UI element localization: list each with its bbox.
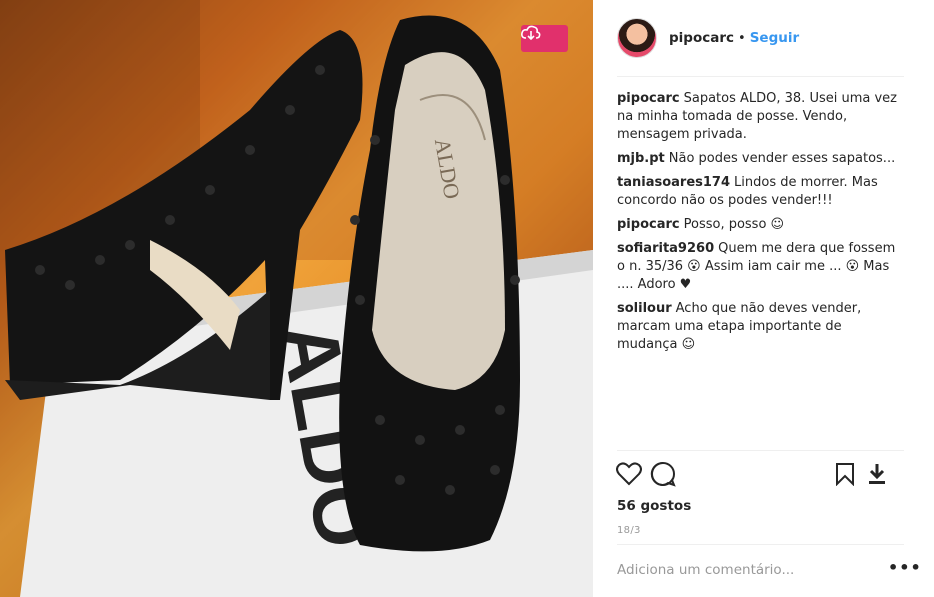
comment-text: Posso, posso ☺ (683, 217, 785, 232)
comment-button[interactable] (649, 460, 677, 488)
comment-divider (617, 544, 904, 545)
more-options-button[interactable]: ••• (888, 560, 922, 576)
comment-item: mjb.pt Não podes vender esses sapatos... (617, 150, 902, 168)
like-button[interactable] (615, 460, 643, 488)
comment-item: pipocarc Sapatos ALDO, 38. Usei uma vez n… (617, 90, 902, 144)
download-button[interactable] (863, 460, 891, 488)
post-side-panel: pipocarc • Seguir pipocarc Sapatos ALDO, … (593, 0, 934, 597)
comment-username[interactable]: taniasoares174 (617, 175, 730, 190)
bookmark-icon (836, 463, 854, 486)
shoes-photo: ALDO ALDO (0, 0, 593, 597)
likes-count[interactable]: 56 gostos (617, 498, 691, 514)
comment-item: sofiarita9260 Quem me dera que fossem o n… (617, 240, 902, 294)
header-divider (617, 76, 904, 77)
comment-item: taniasoares174 Lindos de morrer. Mas conc… (617, 174, 902, 210)
action-bar (615, 460, 904, 490)
comments-list: pipocarc Sapatos ALDO, 38. Usei uma vez n… (617, 90, 902, 360)
comment-text: Não podes vender esses sapatos... (668, 151, 896, 166)
save-button[interactable] (831, 460, 859, 488)
post-date[interactable]: 18/3 (617, 525, 641, 536)
comment-username[interactable]: sofiarita9260 (617, 241, 714, 256)
heart-icon (616, 462, 642, 486)
download-arrow-icon (869, 464, 885, 484)
comment-username[interactable]: mjb.pt (617, 151, 665, 166)
follow-button[interactable]: Seguir (750, 30, 799, 46)
comment-item: solilour Acho que não deves vender, marca… (617, 300, 902, 354)
comment-username[interactable]: pipocarc (617, 91, 680, 106)
separator-dot: • (738, 30, 746, 46)
comment-username[interactable]: solilour (617, 301, 672, 316)
download-badge[interactable] (521, 25, 568, 52)
cloud-download-icon (521, 25, 541, 41)
actions-divider (617, 450, 904, 451)
avatar[interactable] (617, 18, 657, 58)
comment-username[interactable]: pipocarc (617, 217, 680, 232)
comment-bubble-icon (650, 461, 676, 487)
comment-item: pipocarc Posso, posso ☺ (617, 216, 902, 234)
add-comment-input[interactable] (617, 562, 847, 578)
post-header: pipocarc • Seguir (617, 16, 904, 60)
post-photo: ALDO ALDO (0, 0, 593, 597)
author-username[interactable]: pipocarc (669, 30, 734, 46)
